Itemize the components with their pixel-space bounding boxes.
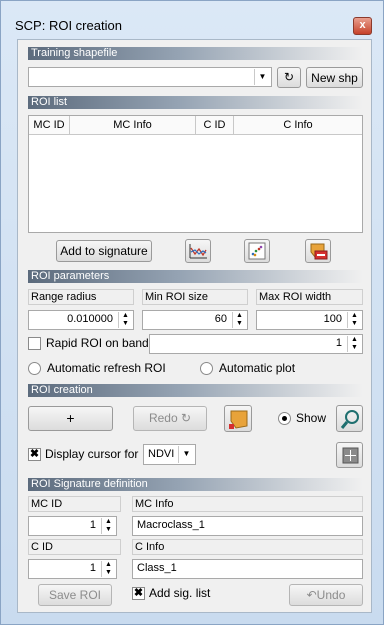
rapid-roi-band-stepper[interactable]: ▲ ▼ [347,336,361,352]
rapid-roi-band-value: 1 [335,337,342,349]
range-radius-spinbox[interactable]: 0.010000 ▲ ▼ [28,310,134,330]
chevron-down-icon: ▼ [254,69,270,85]
spin-up-icon: ▲ [351,336,358,343]
scatter-plot-button[interactable] [244,239,270,263]
range-radius-stepper[interactable]: ▲ ▼ [118,312,132,328]
automatic-plot-label: Automatic plot [219,361,296,375]
rapid-roi-checkbox[interactable] [28,337,41,350]
undo-button[interactable]: ↶Undo [289,584,363,606]
column-header-c-info[interactable]: C Info [234,116,362,135]
column-header-mc-info[interactable]: MC Info [70,116,196,135]
max-roi-width-value: 100 [323,313,342,325]
roi-creation-header: ROI creation [28,384,363,397]
spin-down-icon: ▼ [105,569,112,576]
training-shapefile-combo[interactable]: ▼ [28,67,272,87]
spin-down-icon: ▼ [122,320,129,327]
check-icon: ✖ [29,448,40,460]
range-radius-label: Range radius [28,289,134,305]
mc-id-spinbox[interactable]: 1 ▲ ▼ [28,516,117,536]
display-cursor-label: Display cursor for [45,447,139,461]
save-roi-button[interactable]: Save ROI [38,584,112,606]
close-icon: x [359,19,366,31]
c-info-label: C Info [132,539,363,555]
min-roi-size-label: Min ROI size [142,289,248,305]
refresh-button[interactable]: ↻ [277,67,301,88]
scatter-plot-icon [248,242,266,260]
show-roi-label: Show [296,411,327,425]
roi-parameters-header: ROI parameters [28,270,363,283]
roi-signature-header: ROI Signature definition [28,478,363,491]
min-roi-size-value: 60 [214,313,227,325]
automatic-refresh-label: Automatic refresh ROI [47,361,166,375]
range-radius-value: 0.010000 [67,313,113,325]
spin-down-icon: ▼ [236,320,243,327]
column-header-c-id[interactable]: C ID [196,116,234,135]
display-cursor-value: NDVI [148,448,175,460]
max-roi-width-stepper[interactable]: ▲ ▼ [347,312,361,328]
c-id-spinbox[interactable]: 1 ▲ ▼ [28,559,117,579]
add-sig-list-label: Add sig. list [149,586,211,600]
window-title: SCP: ROI creation [15,18,122,33]
close-button[interactable]: x [353,17,372,35]
mc-id-stepper[interactable]: ▲ ▼ [101,518,115,534]
display-cursor-combo[interactable]: NDVI ▼ [143,444,196,465]
zoom-to-roi-button[interactable] [336,405,363,432]
create-roi-pointer-button[interactable]: + [28,406,113,431]
chevron-down-icon: ▼ [178,446,194,463]
draw-polygon-icon [229,410,248,429]
refresh-icon: ↻ [283,70,295,84]
spin-up-icon: ▲ [351,312,358,319]
cursor-grid-button[interactable] [336,442,363,468]
draw-polygon-button[interactable] [224,405,252,432]
roi-creation-window: SCP: ROI creation x Training shapefile ▼… [0,0,384,625]
c-id-value: 1 [89,562,96,574]
new-shapefile-button[interactable]: New shp [306,67,363,88]
mc-id-label: MC ID [28,496,121,512]
spin-down-icon: ▼ [351,320,358,327]
column-header-mc-id[interactable]: MC ID [29,116,70,135]
main-panel: Training shapefile ▼ ↻ New shp ROI list … [17,39,372,613]
spin-up-icon: ▲ [105,561,112,568]
mc-info-value: Macroclass_1 [137,519,205,531]
automatic-refresh-radio[interactable] [28,362,41,375]
roi-list-header: ROI list [28,96,363,109]
spin-up-icon: ▲ [105,518,112,525]
spin-up-icon: ▲ [236,312,243,319]
grid-cursor-icon [342,447,359,464]
spectral-plot-button[interactable] [185,239,211,263]
min-roi-size-stepper[interactable]: ▲ ▼ [232,312,246,328]
c-info-value: Class_1 [137,562,177,574]
max-roi-width-label: Max ROI width [256,289,363,305]
mc-info-input[interactable]: Macroclass_1 [132,516,363,536]
spin-up-icon: ▲ [122,312,129,319]
training-shapefile-header: Training shapefile [28,47,363,60]
magnifier-icon [340,410,359,429]
delete-roi-button[interactable] [305,239,331,263]
display-cursor-checkbox[interactable]: ✖ [28,448,41,461]
show-roi-radio[interactable] [278,412,291,425]
spectral-plot-icon [189,244,207,259]
rapid-roi-band-spinbox[interactable]: 1 ▲ ▼ [149,334,363,354]
c-info-input[interactable]: Class_1 [132,559,363,579]
mc-id-value: 1 [89,519,96,531]
c-id-label: C ID [28,539,121,555]
roi-list-table[interactable]: MC ID MC Info C ID C Info [28,115,363,233]
spin-down-icon: ▼ [351,344,358,351]
max-roi-width-spinbox[interactable]: 100 ▲ ▼ [256,310,363,330]
automatic-plot-radio[interactable] [200,362,213,375]
mc-info-label: MC Info [132,496,363,512]
rapid-roi-label: Rapid ROI on band [46,336,149,350]
redo-button[interactable]: Redo ↻ [133,406,207,431]
min-roi-size-spinbox[interactable]: 60 ▲ ▼ [142,310,248,330]
add-sig-list-checkbox[interactable]: ✖ [132,587,145,600]
check-icon: ✖ [133,587,144,599]
add-to-signature-button[interactable]: Add to signature [56,240,152,262]
spin-down-icon: ▼ [105,526,112,533]
c-id-stepper[interactable]: ▲ ▼ [101,561,115,577]
delete-roi-icon [310,243,328,260]
